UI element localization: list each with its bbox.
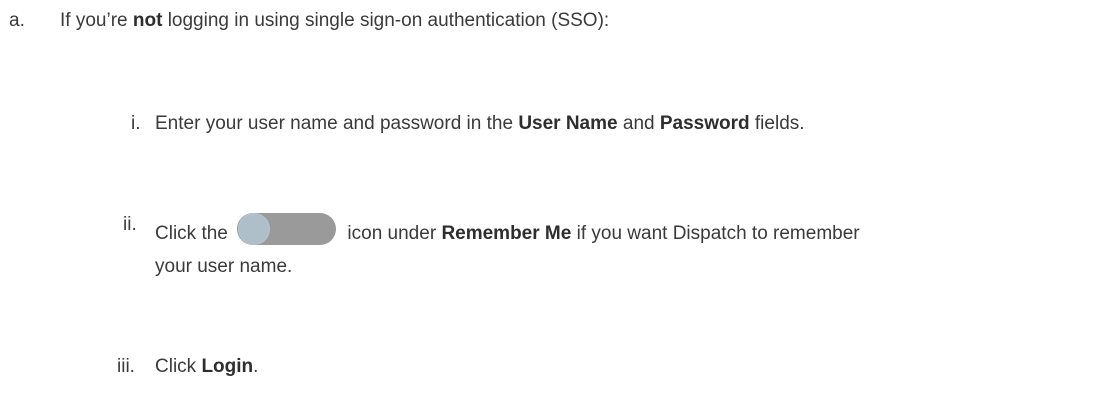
step-i-t2: and (617, 113, 660, 134)
toggle-knob (239, 214, 270, 244)
step-i-t3: fields. (749, 113, 805, 134)
remember-me-label: Remember Me (441, 223, 572, 244)
step-ii-text: Click the icon under Remember Me if you … (155, 213, 860, 246)
step-ii-t1: Click the (155, 223, 234, 244)
login-label: Login (201, 356, 254, 377)
step-a-pre: If you’re (60, 10, 133, 31)
step-i-marker: i. (131, 113, 141, 134)
step-i-t1: Enter your user name and password in the (155, 113, 519, 134)
step-a-text: If you’re not logging in using single si… (60, 9, 609, 33)
step-a-bold: not (132, 10, 163, 31)
step-iii-t2: . (253, 356, 259, 377)
password-label: Password (659, 113, 750, 134)
user-name-label: User Name (518, 113, 618, 134)
step-iii-text: Click Login. (155, 355, 258, 379)
remember-me-toggle-icon (237, 213, 337, 245)
step-ii-text-cont: your user name. (155, 256, 293, 277)
step-a-post: logging in using single sign-on authenti… (162, 10, 610, 31)
step-iii-t1: Click (155, 356, 202, 377)
step-ii-t3: if you want Dispatch to remember (571, 223, 860, 244)
step-iii-marker: iii. (117, 356, 135, 377)
step-a-marker: a. (9, 10, 25, 31)
step-ii-t2: icon under (342, 223, 442, 244)
step-i-text: Enter your user name and password in the… (155, 112, 805, 136)
step-ii-marker: ii. (123, 214, 137, 235)
